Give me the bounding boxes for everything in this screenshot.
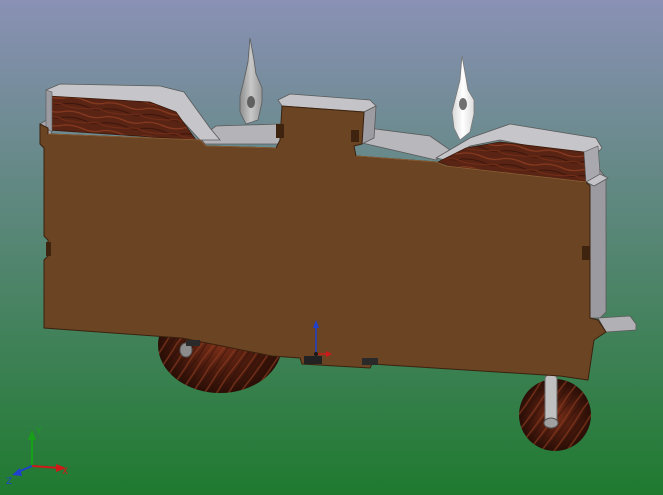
notch — [46, 242, 51, 256]
svg-text:Z: Z — [6, 477, 12, 487]
bottom-slot — [186, 340, 200, 346]
svg-text:Y: Y — [35, 427, 42, 437]
notch — [582, 246, 590, 260]
notch — [351, 130, 359, 142]
bottom-slot — [304, 356, 322, 364]
viewport-canvas[interactable]: Y X Z — [0, 0, 663, 495]
3d-viewport[interactable]: Y X Z — [0, 0, 663, 495]
svg-text:X: X — [62, 467, 68, 477]
bottom-slot — [362, 358, 378, 365]
notch — [276, 124, 284, 138]
